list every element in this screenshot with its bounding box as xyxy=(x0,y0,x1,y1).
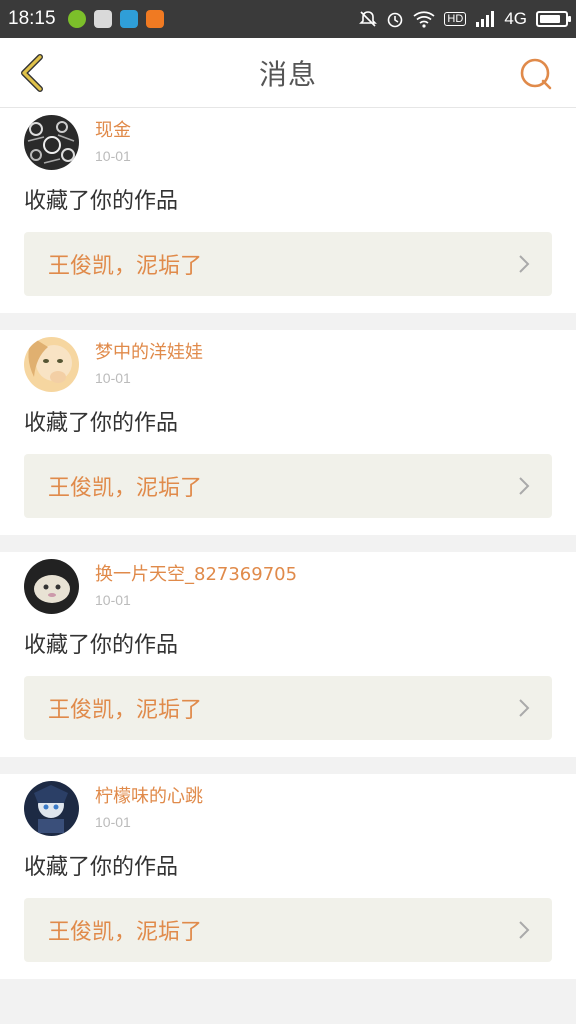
message-card: 换一片天空_827369705 10-01 收藏了你的作品 王俊凯，泥垢了 xyxy=(0,552,576,757)
network-type: 4G xyxy=(504,9,527,28)
message-header: 现金 10-01 xyxy=(24,108,552,170)
avatar-image xyxy=(24,115,79,170)
action-text: 收藏了你的作品 xyxy=(24,633,179,658)
chevron-right-icon xyxy=(519,921,530,939)
message-meta: 柠檬味的心跳 10-01 xyxy=(95,785,203,830)
search-icon xyxy=(520,58,552,90)
message-date: 10-01 xyxy=(95,592,131,608)
back-button[interactable] xyxy=(12,52,52,94)
work-title: 王俊凯，泥垢了 xyxy=(48,698,203,723)
gallery-notification-icon xyxy=(93,10,112,28)
chevron-right-icon xyxy=(519,255,530,273)
battery-icon xyxy=(536,11,571,27)
message-header: 梦中的洋娃娃 10-01 xyxy=(24,330,552,392)
work-title: 王俊凯，泥垢了 xyxy=(48,476,203,501)
hd-icon: HD xyxy=(444,12,467,26)
message-card: 现金 10-01 收藏了你的作品 王俊凯，泥垢了 xyxy=(0,108,576,313)
work-link[interactable]: 王俊凯，泥垢了 xyxy=(24,232,552,296)
action-text: 收藏了你的作品 xyxy=(24,411,179,436)
status-right: HD 4G xyxy=(359,9,571,29)
wifi-icon xyxy=(413,11,435,28)
app-header: 消息 xyxy=(0,38,576,108)
message-meta: 现金 10-01 xyxy=(95,119,131,164)
avatar-image xyxy=(24,781,79,836)
work-link[interactable]: 王俊凯，泥垢了 xyxy=(24,898,552,962)
work-link[interactable]: 王俊凯，泥垢了 xyxy=(24,454,552,518)
username[interactable]: 柠檬味的心跳 xyxy=(95,785,203,809)
alarm-clock-icon xyxy=(388,12,403,28)
avatar-image xyxy=(24,337,79,392)
avatar[interactable] xyxy=(24,115,79,170)
message-header: 换一片天空_827369705 10-01 xyxy=(24,552,552,614)
chevron-right-icon xyxy=(519,477,530,495)
username[interactable]: 梦中的洋娃娃 xyxy=(95,341,203,365)
action-text: 收藏了你的作品 xyxy=(24,855,179,880)
message-meta: 换一片天空_827369705 10-01 xyxy=(95,563,297,608)
avatar[interactable] xyxy=(24,559,79,614)
message-date: 10-01 xyxy=(95,148,131,164)
message-card: 梦中的洋娃娃 10-01 收藏了你的作品 王俊凯，泥垢了 xyxy=(0,330,576,535)
search-button[interactable] xyxy=(516,54,556,94)
action-text: 收藏了你的作品 xyxy=(24,189,179,214)
avatar[interactable] xyxy=(24,337,79,392)
bell-muted-icon xyxy=(359,11,378,27)
username[interactable]: 现金 xyxy=(95,119,131,143)
work-link[interactable]: 王俊凯，泥垢了 xyxy=(24,676,552,740)
message-meta: 梦中的洋娃娃 10-01 xyxy=(95,341,203,386)
camera-notification-icon xyxy=(145,10,164,28)
battery-fill xyxy=(540,15,560,23)
message-date: 10-01 xyxy=(95,814,131,830)
chevron-right-icon xyxy=(519,699,530,717)
message-header: 柠檬味的心跳 10-01 xyxy=(24,774,552,836)
page-title: 消息 xyxy=(258,57,317,91)
status-time: 18:15 xyxy=(8,8,56,29)
work-title: 王俊凯，泥垢了 xyxy=(48,920,203,945)
message-card: 柠檬味的心跳 10-01 收藏了你的作品 王俊凯，泥垢了 xyxy=(0,774,576,979)
message-date: 10-01 xyxy=(95,370,131,386)
signal-icon xyxy=(476,11,495,27)
plus-app-notification-icon xyxy=(67,10,86,28)
avatar-image xyxy=(24,559,79,614)
avatar[interactable] xyxy=(24,781,79,836)
work-title: 王俊凯，泥垢了 xyxy=(48,254,203,279)
message-list: 现金 10-01 收藏了你的作品 王俊凯，泥垢了 梦中的洋娃娃 10-01 收藏… xyxy=(0,108,576,979)
status-left: 18:15 xyxy=(8,8,164,30)
status-bar: 18:15 HD 4G xyxy=(0,0,576,38)
scan-notification-icon xyxy=(119,10,138,28)
username[interactable]: 换一片天空_827369705 xyxy=(95,563,297,587)
back-chevron-icon xyxy=(21,54,43,92)
